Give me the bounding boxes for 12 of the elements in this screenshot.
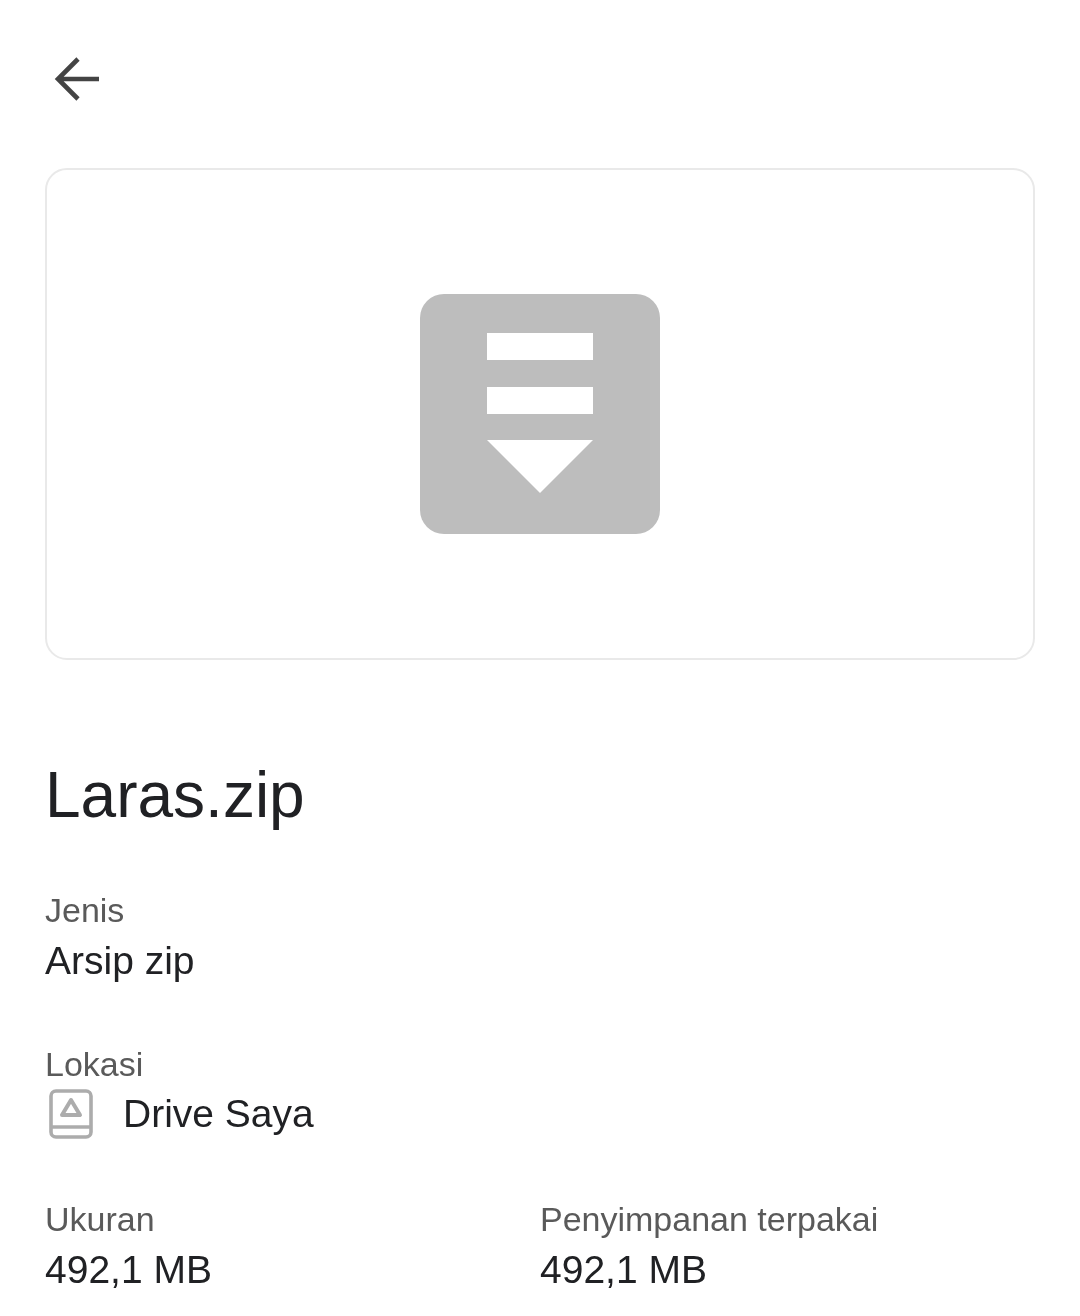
detail-label: Jenis (45, 889, 126, 930)
detail-label: Lokasi (45, 1043, 145, 1084)
location-value: Drive Saya (123, 1090, 314, 1137)
back-arrow-icon (54, 56, 100, 102)
stat-value: 492,1 MB (540, 1246, 708, 1293)
file-name: Laras.zip (45, 758, 306, 833)
stat-value: 492,1 MB (45, 1246, 213, 1293)
stat-label: Penyimpanan terpakai (540, 1198, 880, 1239)
drive-folder-icon (49, 1088, 93, 1139)
detail-value: Arsip zip (45, 937, 196, 984)
archive-file-icon (420, 294, 660, 534)
stat-label: Ukuran (45, 1198, 156, 1239)
